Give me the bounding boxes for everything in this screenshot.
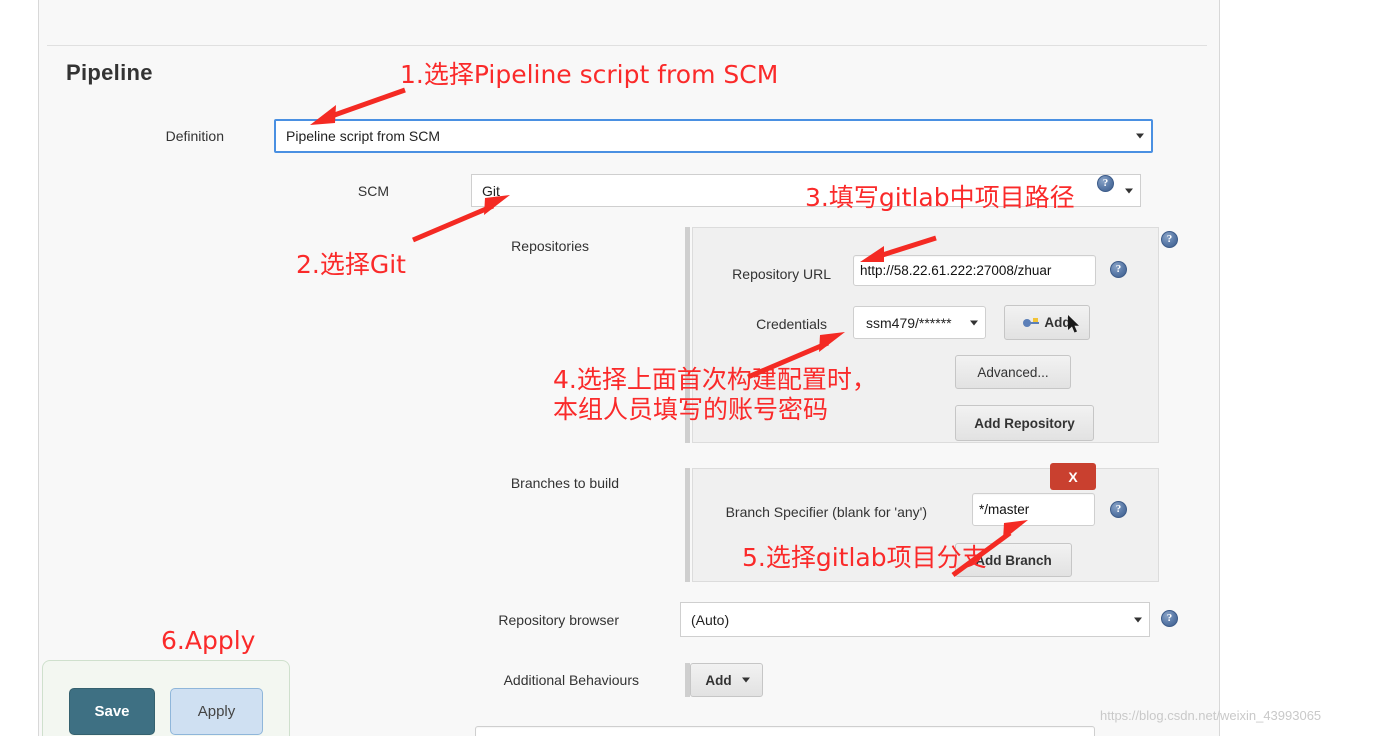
repository-browser-help-icon[interactable]: ?: [1161, 610, 1178, 627]
repositories-advanced-button[interactable]: Advanced...: [955, 355, 1071, 389]
branch-specifier-help-icon[interactable]: ?: [1110, 501, 1127, 518]
repository-browser-value: (Auto): [691, 611, 730, 628]
scm-label: SCM: [357, 183, 389, 199]
add-branch-button[interactable]: Add Branch: [955, 543, 1072, 577]
repository-url-label: Repository URL: [732, 266, 831, 282]
chevron-down-icon: [1134, 617, 1142, 622]
add-credentials-label: Add: [1044, 315, 1071, 330]
credentials-select-value: ssm479/******: [866, 314, 952, 331]
scm-select-value: Git: [482, 182, 500, 199]
repository-url-help-icon[interactable]: ?: [1110, 261, 1127, 278]
branch-specifier-input[interactable]: */master: [972, 493, 1095, 526]
repository-browser-label: Repository browser: [498, 612, 619, 628]
chevron-down-icon: [1125, 188, 1133, 193]
branch-specifier-label: Branch Specifier (blank for 'any'): [725, 504, 927, 520]
repository-url-input[interactable]: http://58.22.61.222:27008/zhuar: [853, 255, 1096, 286]
chevron-down-icon: [742, 677, 750, 683]
branches-accent-bar: [685, 468, 690, 582]
branch-delete-button[interactable]: X: [1050, 463, 1096, 490]
credentials-label: Credentials: [756, 316, 827, 332]
scm-select[interactable]: Git: [471, 174, 1141, 207]
pipeline-config-panel: Pipeline Definition Pipeline script from…: [38, 0, 1220, 736]
credentials-select[interactable]: ssm479/******: [853, 306, 986, 339]
page-title: Pipeline: [66, 60, 153, 85]
additional-behaviours-add-button[interactable]: Add: [690, 663, 763, 697]
repository-url-value: http://58.22.61.222:27008/zhuar: [860, 263, 1052, 278]
scm-help-icon[interactable]: ?: [1097, 175, 1114, 192]
section-divider: [47, 45, 1207, 46]
repositories-help-icon[interactable]: ?: [1161, 231, 1178, 248]
script-path-input[interactable]: [475, 726, 1095, 736]
branch-specifier-value: */master: [979, 502, 1030, 517]
definition-select[interactable]: Pipeline script from SCM: [274, 119, 1153, 153]
repositories-label: Repositories: [511, 238, 589, 254]
repository-browser-select[interactable]: (Auto): [680, 602, 1150, 637]
save-button[interactable]: Save: [69, 688, 155, 735]
add-repository-button[interactable]: Add Repository: [955, 405, 1094, 441]
branches-label: Branches to build: [510, 475, 619, 491]
definition-select-value: Pipeline script from SCM: [286, 128, 441, 144]
watermark-text: https://blog.csdn.net/weixin_43993065: [1100, 708, 1322, 723]
key-icon: [1023, 317, 1040, 328]
additional-behaviours-add-label: Add: [705, 672, 732, 688]
screenshot-root: Advanced... Pipeline Definition Pipeline…: [0, 0, 1378, 736]
repositories-accent-bar: [685, 227, 690, 443]
chevron-down-icon: [970, 320, 978, 325]
apply-button[interactable]: Apply: [170, 688, 263, 735]
additional-behaviours-label: Additional Behaviours: [503, 672, 639, 688]
chevron-down-icon: [1136, 133, 1144, 139]
add-credentials-button[interactable]: Add: [1004, 305, 1090, 340]
definition-label: Definition: [165, 128, 224, 144]
